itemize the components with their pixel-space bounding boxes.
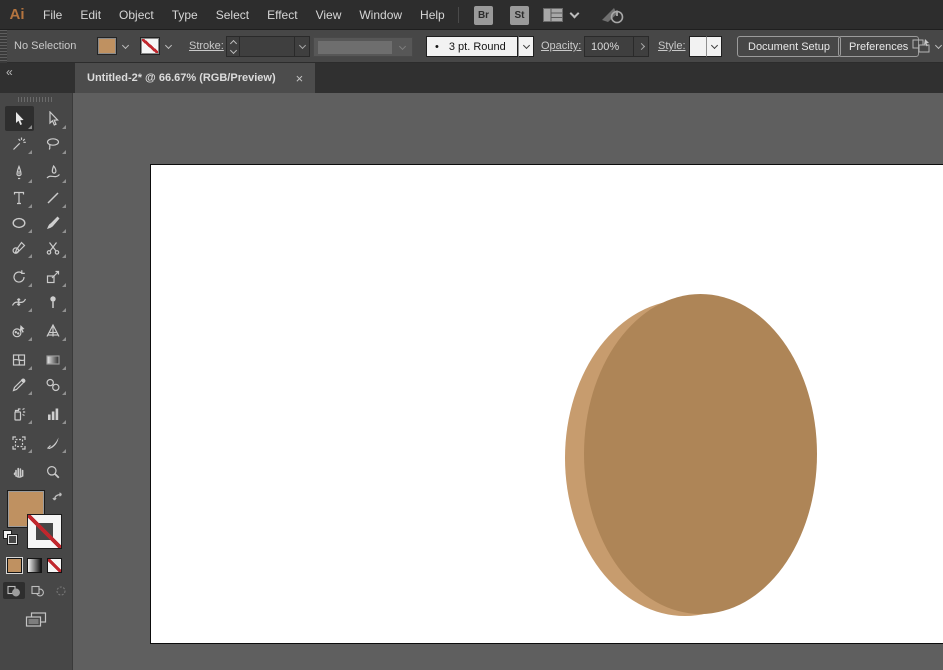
stroke-weight-field[interactable] <box>239 36 295 57</box>
scale-tool[interactable] <box>39 264 68 289</box>
menu-file[interactable]: File <box>34 0 71 30</box>
pencil-tool[interactable] <box>5 235 34 260</box>
document-tab-title: Untitled-2* @ 66.67% (RGB/Preview) <box>87 72 276 84</box>
width-tool[interactable] <box>5 289 34 314</box>
style-dropdown-chevron[interactable] <box>706 36 722 57</box>
front-ellipse-shape[interactable] <box>584 294 817 614</box>
selection-status: No Selection <box>14 40 77 52</box>
opacity-expand-arrow[interactable] <box>633 36 649 57</box>
magic-wand-tool[interactable] <box>5 131 34 156</box>
brush-dropdown-chevron[interactable] <box>518 36 534 57</box>
width-profile-dropdown <box>313 37 413 57</box>
menu-type[interactable]: Type <box>163 0 207 30</box>
draw-mode-buttons <box>0 582 72 599</box>
collapse-panels-icon[interactable]: « <box>6 65 13 79</box>
curvature-tool[interactable] <box>39 160 68 185</box>
panel-grip[interactable] <box>0 30 7 63</box>
fill-stroke-proxy <box>0 490 72 554</box>
menu-edit[interactable]: Edit <box>71 0 110 30</box>
document-tab[interactable]: Untitled-2* @ 66.67% (RGB/Preview) × <box>75 63 316 93</box>
menu-effect[interactable]: Effect <box>258 0 306 30</box>
menu-object[interactable]: Object <box>110 0 163 30</box>
chevron-down-icon[interactable] <box>569 8 580 19</box>
gradient-tool[interactable] <box>39 347 68 372</box>
eyedropper-tool[interactable] <box>5 372 34 397</box>
selection-tool[interactable] <box>4 106 34 131</box>
color-button[interactable] <box>7 558 22 573</box>
direct-selection-tool[interactable] <box>39 106 68 131</box>
default-fill-stroke-icon[interactable] <box>3 530 18 545</box>
puppet-warp-tool[interactable] <box>39 289 68 314</box>
illustrator-logo: Ai <box>9 6 25 23</box>
menu-window[interactable]: Window <box>350 0 411 30</box>
stroke-color-swatch[interactable] <box>140 37 160 55</box>
paintbrush-tool[interactable] <box>39 210 68 235</box>
stroke-weight-label[interactable]: Stroke: <box>189 40 224 52</box>
stroke-proxy-swatch[interactable] <box>27 514 62 549</box>
rotate-tool[interactable] <box>5 264 34 289</box>
fill-swatch-dropdown[interactable] <box>118 37 132 55</box>
artboard-tool[interactable] <box>5 430 34 455</box>
arrange-documents-icon[interactable] <box>912 38 932 56</box>
mesh-tool[interactable] <box>5 347 34 372</box>
draw-behind-button[interactable] <box>27 582 49 599</box>
zoom-tool[interactable] <box>39 459 68 484</box>
stroke-weight-stepper[interactable] <box>226 36 240 57</box>
perspective-grid-tool[interactable] <box>39 318 68 343</box>
slice-tool[interactable] <box>39 430 68 455</box>
ellipse-tool[interactable] <box>5 210 34 235</box>
gpu-preview-power-icon[interactable] <box>600 6 626 25</box>
stock-icon[interactable]: St <box>510 5 529 25</box>
screen-mode-button[interactable] <box>0 612 72 628</box>
opacity-field[interactable]: 100% <box>584 36 634 57</box>
workspace-grid-icon[interactable] <box>543 8 563 22</box>
pen-tool[interactable] <box>5 160 34 185</box>
scissors-tool[interactable] <box>39 235 68 260</box>
stroke-swatch-dropdown[interactable] <box>161 37 175 55</box>
lasso-tool[interactable] <box>39 131 68 156</box>
tools-panel <box>0 93 73 670</box>
type-tool[interactable] <box>5 185 34 210</box>
document-setup-button[interactable]: Document Setup <box>737 36 841 57</box>
style-label[interactable]: Style: <box>658 40 686 52</box>
menu-help[interactable]: Help <box>411 0 454 30</box>
preferences-button[interactable]: Preferences <box>838 36 920 57</box>
none-button[interactable] <box>47 558 62 573</box>
menu-view[interactable]: View <box>307 0 351 30</box>
blend-tool[interactable] <box>39 372 68 397</box>
swap-fill-stroke-icon[interactable] <box>51 491 67 505</box>
stroke-weight-dropdown[interactable] <box>294 36 310 57</box>
menubar-divider <box>458 7 459 23</box>
opacity-label[interactable]: Opacity: <box>541 40 581 52</box>
arrange-documents-chevron[interactable] <box>934 41 943 50</box>
shape-builder-tool[interactable] <box>5 318 34 343</box>
tab-close-icon[interactable]: × <box>296 72 304 85</box>
tab-bar: « Untitled-2* @ 66.67% (RGB/Preview) × <box>0 63 943 93</box>
style-dropdown[interactable] <box>689 36 707 57</box>
tools-panel-grip[interactable] <box>18 97 54 102</box>
brush-name: 3 pt. Round <box>448 40 506 53</box>
brush-preview-dot: • <box>435 40 439 53</box>
bridge-icon[interactable]: Br <box>474 5 493 25</box>
draw-normal-button[interactable] <box>3 582 25 599</box>
canvas-area[interactable] <box>73 93 943 670</box>
symbol-sprayer-tool[interactable] <box>5 401 34 426</box>
gradient-button[interactable] <box>27 558 42 573</box>
line-segment-tool[interactable] <box>39 185 68 210</box>
brush-definition-dropdown[interactable]: • 3 pt. Round <box>426 36 518 57</box>
column-graph-tool[interactable] <box>39 401 68 426</box>
control-bar: No Selection Stroke: • 3 pt. Round Opaci… <box>0 30 943 63</box>
fill-color-swatch[interactable] <box>97 37 117 55</box>
swatch-type-buttons <box>0 558 72 573</box>
artboard[interactable] <box>150 164 943 644</box>
menu-select[interactable]: Select <box>207 0 258 30</box>
hand-tool[interactable] <box>5 459 34 484</box>
menu-bar: Ai File Edit Object Type Select Effect V… <box>0 0 943 30</box>
draw-inside-button[interactable] <box>50 582 72 599</box>
